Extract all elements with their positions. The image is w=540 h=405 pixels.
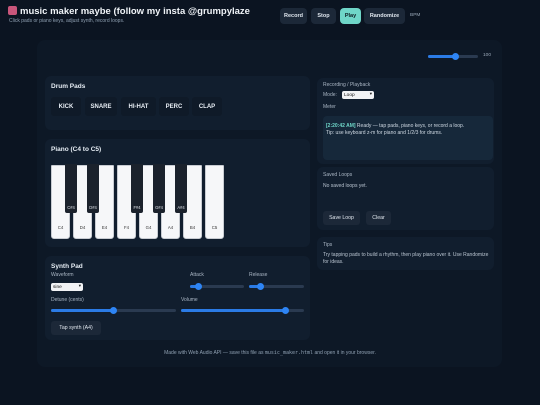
piano-card: Piano (C4 to C5) C4 D4 E4 F4 G4 A4 B4 C5… <box>45 139 310 247</box>
page-subtitle: Click pads or piano keys, adjust synth, … <box>9 18 125 24</box>
drum-pads-card: Drum Pads KICK SNARE HI-HAT PERC CLAP <box>45 76 310 130</box>
log-tip: Tip: use keyboard z-m for piano and 1/2/… <box>326 130 443 136</box>
pad-kick[interactable]: KICK <box>51 97 81 116</box>
release-slider[interactable] <box>249 283 304 290</box>
waveform-label: Waveform <box>51 272 74 278</box>
attack-slider[interactable] <box>190 283 244 290</box>
pad-snare[interactable]: SNARE <box>85 97 117 116</box>
waveform-select[interactable]: sine ▾ <box>51 283 83 291</box>
clear-loops-button[interactable]: Clear <box>366 211 391 225</box>
footer-filename: music_maker.html <box>264 350 314 356</box>
piano-key-c5[interactable]: C5 <box>205 165 224 239</box>
detune-slider[interactable] <box>51 307 176 314</box>
detune-slider-thumb[interactable] <box>110 307 117 314</box>
attack-label: Attack <box>190 272 204 278</box>
log-panel: [2:20:42 AM] Ready — tap pads, piano key… <box>323 116 493 160</box>
detune-label: Detune (cents) <box>51 297 84 303</box>
saved-loops-title: Saved Loops <box>323 172 353 178</box>
pad-hi-hat[interactable]: HI-HAT <box>121 97 156 116</box>
mode-select[interactable]: Loop ▾ <box>342 91 374 99</box>
meter-label: Meter <box>323 104 336 110</box>
volume-slider[interactable] <box>181 307 304 314</box>
synth-title: Synth Pad <box>51 263 83 270</box>
save-loop-button[interactable]: Save Loop <box>323 211 360 225</box>
play-button[interactable]: Play <box>340 8 361 24</box>
chevron-down-icon: ▾ <box>369 91 372 96</box>
log-entry: [2:20:42 AM] Ready — tap pads, piano key… <box>326 123 491 129</box>
piano-key-f-sharp4[interactable]: F#4 <box>131 164 143 213</box>
bpm-label: BPM <box>410 13 421 18</box>
tips-title: Tips <box>323 242 333 248</box>
release-slider-thumb[interactable] <box>256 283 264 290</box>
bpm-slider-thumb[interactable] <box>452 53 459 60</box>
bpm-slider[interactable] <box>428 53 478 60</box>
tips-text: Try tapping pads to build a rhythm, then… <box>323 252 489 265</box>
log-message: Ready — tap pads, piano keys, or record … <box>355 123 465 129</box>
pad-perc[interactable]: PERC <box>159 97 189 116</box>
detune-slider-fill <box>51 309 114 312</box>
piano-key-a-sharp4[interactable]: A#4 <box>175 164 187 213</box>
piano-title: Piano (C4 to C5) <box>51 146 102 153</box>
mode-label: Mode: <box>323 92 337 98</box>
piano-key-c-sharp4[interactable]: C#4 <box>65 164 77 213</box>
chevron-down-icon: ▾ <box>78 283 81 288</box>
release-label: Release <box>249 272 268 278</box>
volume-label: Volume <box>181 297 198 303</box>
randomize-button[interactable]: Randomize <box>364 8 405 24</box>
volume-slider-fill <box>181 309 286 312</box>
drum-pads-title: Drum Pads <box>51 83 86 90</box>
stop-button[interactable]: Stop <box>311 8 336 24</box>
page-title: music maker maybe (follow my insta @grum… <box>8 6 250 17</box>
app-logo-icon <box>8 6 17 15</box>
piano-key-d-sharp4[interactable]: D#4 <box>87 164 99 213</box>
record-button[interactable]: Record <box>280 8 307 24</box>
tap-synth-button[interactable]: Tap synth (A4) <box>51 321 101 335</box>
attack-slider-thumb[interactable] <box>194 283 202 290</box>
footer: Made with Web Audio API — save this file… <box>164 350 376 356</box>
bpm-value: 100 <box>483 53 492 58</box>
log-timestamp: [2:20:42 AM] <box>326 123 356 129</box>
recording-title: Recording / Playback <box>323 82 371 88</box>
saved-loops-empty: No saved loops yet. <box>323 183 367 189</box>
piano-key-g-sharp4[interactable]: G#4 <box>153 164 165 213</box>
volume-slider-thumb[interactable] <box>282 307 290 314</box>
pad-clap[interactable]: CLAP <box>192 97 222 116</box>
